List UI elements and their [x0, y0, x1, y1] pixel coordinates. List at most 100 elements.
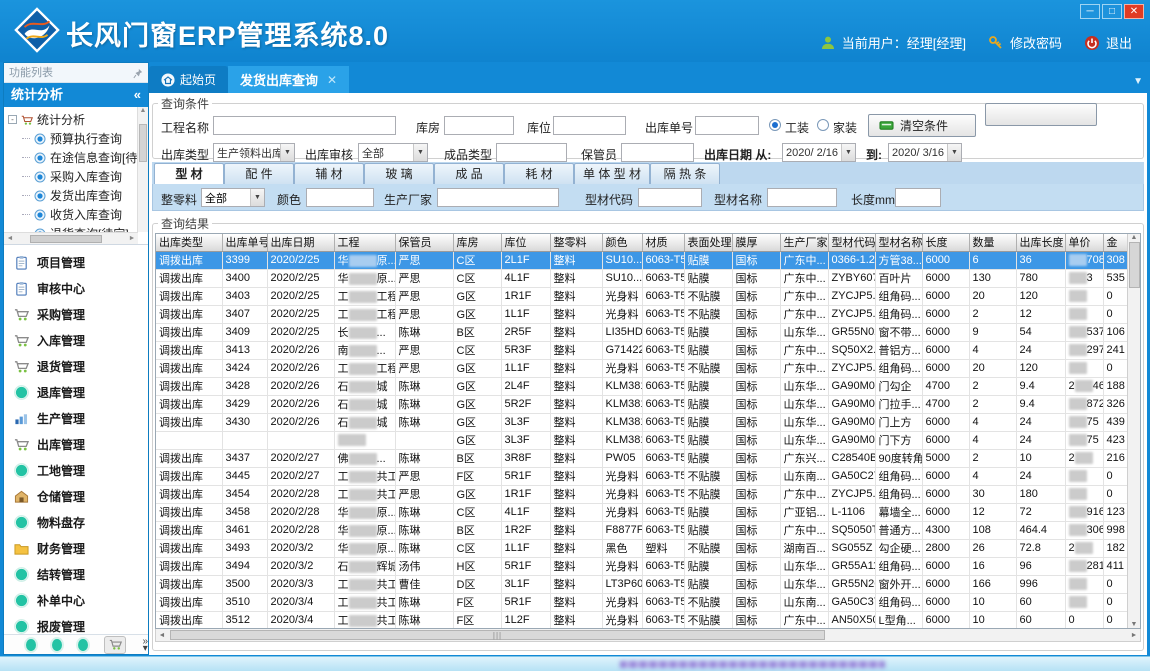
sidebar-menu-item[interactable]: 物料盘存 — [4, 509, 148, 535]
column-header[interactable]: 整零料 — [550, 234, 602, 251]
tab-list-dropdown-icon[interactable]: ▼ — [1133, 76, 1143, 87]
material-tab[interactable]: 辅 材 — [294, 163, 364, 184]
table-row[interactable]: 调拨出库34132020/2/26南...严思C区5R3F整料G71422606… — [156, 341, 1129, 359]
sidebar-menu-item[interactable]: 报废管理 — [4, 613, 148, 634]
sidebar-menu-item[interactable]: 采购管理 — [4, 301, 148, 327]
column-header[interactable]: 金 — [1103, 234, 1129, 251]
table-row[interactable]: 调拨出库34002020/2/25华原...严思C区4L1F整料SU10...6… — [156, 269, 1129, 287]
table-row[interactable]: 调拨出库34582020/2/28华原...陈琳C区4L1F整料光身料6063-… — [156, 503, 1129, 521]
table-row[interactable]: 调拨出库34032020/2/25工工程严思G区1R1F整料光身料6063-T5… — [156, 287, 1129, 305]
material-tab[interactable]: 成 品 — [434, 163, 504, 184]
warehouse-input[interactable] — [444, 116, 514, 135]
column-header[interactable]: 出库类型 — [156, 234, 222, 251]
radio-gongzhuang-label[interactable]: 工装 — [785, 119, 809, 136]
collapse-icon[interactable]: « — [134, 83, 141, 107]
manufacturer-input[interactable] — [437, 188, 559, 207]
tree-root-node[interactable]: - 统计分析 — [4, 110, 148, 129]
tree-item[interactable]: 在途信息查询[待 — [4, 148, 148, 167]
sidebar-menu-item[interactable]: 出库管理 — [4, 431, 148, 457]
tree-item[interactable]: 收货入库查询 — [4, 205, 148, 224]
color-input[interactable] — [306, 188, 374, 207]
table-row[interactable]: 调拨出库35102020/3/4工共工程陈琳F区5R1F整料光身料6063-T5… — [156, 593, 1129, 611]
table-row[interactable]: 调拨出库35122020/3/4工共工程陈琳F区1L2F整料光身料6063-T5… — [156, 611, 1129, 629]
column-header[interactable]: 型材代码 — [828, 234, 875, 251]
tree-item[interactable]: 发货出库查询 — [4, 186, 148, 205]
footer-cart-button[interactable] — [104, 636, 126, 654]
column-header[interactable]: 膜厚 — [732, 234, 780, 251]
date-to-picker[interactable]: 2020/ 3/16▼ — [888, 143, 962, 162]
sidebar-menu-item[interactable]: 财务管理 — [4, 535, 148, 561]
table-row[interactable]: 调拨出库34242020/2/26工工程严思G区1L1F整料光身料6063-T5… — [156, 359, 1129, 377]
date-from-picker[interactable]: 2020/ 2/16▼ — [782, 143, 856, 162]
length-input[interactable] — [895, 188, 941, 207]
table-row[interactable]: 调拨出库34072020/2/25工工程严思G区1L1F整料光身料6063-T5… — [156, 305, 1129, 323]
project-name-input[interactable] — [213, 116, 396, 135]
close-button[interactable]: ✕ — [1124, 4, 1144, 19]
clear-conditions-button[interactable]: 清空条件 — [868, 114, 976, 137]
table-row[interactable]: 调拨出库33992020/2/25华原...严思C区2L1F整料SU10...6… — [156, 251, 1129, 269]
sidebar-menu-item[interactable]: 结转管理 — [4, 561, 148, 587]
grid-vertical-scrollbar[interactable]: ▲▼ — [1127, 234, 1140, 628]
footer-circle-icon[interactable] — [78, 639, 88, 651]
profile-name-input[interactable] — [767, 188, 837, 207]
product-type-input[interactable] — [496, 143, 567, 162]
radio-jiazhuang-label[interactable]: 家装 — [833, 119, 857, 136]
location-input[interactable] — [553, 116, 626, 135]
column-header[interactable]: 出库单号 — [222, 234, 267, 251]
sidebar-menu-item[interactable]: 审核中心 — [4, 275, 148, 301]
table-row[interactable]: 调拨出库34092020/2/25长...陈琳B区2R5F整料LI35HD606… — [156, 323, 1129, 341]
grid-horizontal-scrollbar[interactable]: ◄ ||| ► — [155, 629, 1141, 642]
maximize-button[interactable]: □ — [1102, 4, 1122, 19]
table-row[interactable]: 调拨出库34612020/2/28华原...陈琳B区1R2F整料F8877FT6… — [156, 521, 1129, 539]
column-header[interactable]: 库位 — [501, 234, 550, 251]
footer-circle-icon[interactable] — [52, 639, 62, 651]
table-row[interactable]: 调拨出库34292020/2/26石城陈琳G区5R2F整料KLM38176063… — [156, 395, 1129, 413]
column-header[interactable]: 长度 — [922, 234, 969, 251]
column-header[interactable]: 出库长度 — [1016, 234, 1065, 251]
table-row[interactable]: G区3L3F整料KLM38176063-T5贴膜国标山东华...GA90M09.… — [156, 431, 1129, 449]
pin-icon[interactable] — [133, 67, 143, 79]
change-password-link[interactable]: 修改密码 — [1010, 33, 1062, 52]
column-header[interactable]: 型材名称 — [875, 234, 922, 251]
footer-circle-icon[interactable] — [26, 639, 36, 651]
tree-item[interactable]: 采购入库查询 — [4, 167, 148, 186]
footer-overflow-button[interactable]: »▾ — [142, 638, 148, 652]
minimize-button[interactable]: ─ — [1080, 4, 1100, 19]
column-header[interactable]: 颜色 — [602, 234, 642, 251]
tab-close-icon[interactable]: ✕ — [327, 73, 337, 87]
material-tab[interactable]: 玻 璃 — [364, 163, 434, 184]
logout-link[interactable]: 退出 — [1106, 33, 1132, 52]
tree-collapse-icon[interactable]: - — [8, 115, 17, 124]
material-tab[interactable]: 型 材 — [154, 163, 224, 184]
sidebar-menu-item[interactable]: 工地管理 — [4, 457, 148, 483]
column-header[interactable]: 工程 — [334, 234, 395, 251]
scrollbar-thumb[interactable]: ||| — [170, 630, 825, 640]
radio-gongzhuang[interactable] — [769, 119, 781, 131]
whole-piece-select[interactable]: 全部▼ — [201, 188, 265, 207]
audit-select[interactable]: 全部▼ — [358, 143, 428, 162]
material-tab[interactable]: 隔 热 条 — [650, 163, 720, 184]
column-header[interactable]: 表面处理 — [684, 234, 732, 251]
sidebar-menu-item[interactable]: 退库管理 — [4, 379, 148, 405]
column-header[interactable]: 出库日期 — [267, 234, 334, 251]
tree-vertical-scrollbar[interactable]: ▲ — [137, 107, 148, 232]
sidebar-menu-item[interactable]: 生产管理 — [4, 405, 148, 431]
radio-jiazhuang[interactable] — [817, 119, 829, 131]
table-row[interactable]: 调拨出库34452020/2/27工共工程严思F区5R1F整料光身料6063-T… — [156, 467, 1129, 485]
sidebar-menu-item[interactable]: 退货管理 — [4, 353, 148, 379]
sidebar-menu-item[interactable]: 入库管理 — [4, 327, 148, 353]
tree-horizontal-scrollbar[interactable]: ◄► — [4, 232, 138, 244]
table-row[interactable]: 调拨出库34942020/3/2石辉城汤伟H区5R1F整料光身料6063-T5贴… — [156, 557, 1129, 575]
column-header[interactable]: 库房 — [453, 234, 501, 251]
column-header[interactable]: 保管员 — [395, 234, 453, 251]
sidebar-menu-item[interactable]: 补单中心 — [4, 587, 148, 613]
material-tab[interactable]: 耗 材 — [504, 163, 574, 184]
table-row[interactable]: 调拨出库34302020/2/26石城陈琳G区3L3F整料KLM38176063… — [156, 413, 1129, 431]
material-tab[interactable]: 单 体 型 材 — [574, 163, 650, 184]
order-no-input[interactable] — [695, 116, 759, 135]
sidebar-menu-item[interactable]: 项目管理 — [4, 249, 148, 275]
column-header[interactable]: 单价 — [1065, 234, 1103, 251]
keeper-input[interactable] — [621, 143, 694, 162]
tab-home[interactable]: 起始页 — [149, 66, 228, 93]
column-header[interactable]: 生产厂家 — [780, 234, 828, 251]
